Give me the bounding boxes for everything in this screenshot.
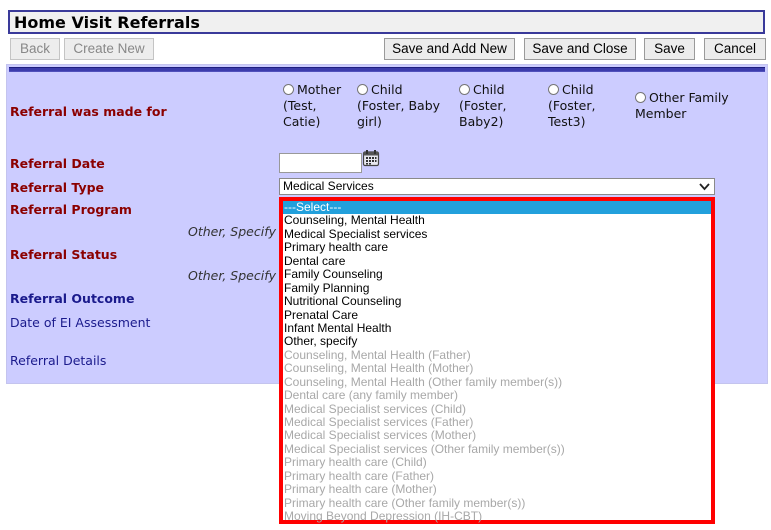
referral-date-input[interactable] — [279, 153, 362, 173]
dropdown-option: Primary health care (Father) — [284, 468, 435, 483]
save-and-add-new-button[interactable]: Save and Add New — [384, 38, 515, 60]
radio-option-child-baby2[interactable]: Child (Foster, Baby2) — [459, 82, 507, 130]
dropdown-option[interactable]: Counseling, Mental Health — [283, 213, 711, 227]
referral-status-label: Referral Status — [10, 247, 118, 262]
radio-button[interactable] — [635, 92, 646, 103]
dropdown-option: Counseling, Mental Health (Other family … — [284, 374, 563, 389]
dropdown-option: Primary health care (Mother) — [284, 482, 437, 497]
dropdown-option[interactable]: Other, specify — [283, 334, 711, 348]
radio-button[interactable] — [548, 84, 559, 95]
referral-type-label: Referral Type — [10, 180, 105, 195]
save-button[interactable]: Save — [644, 38, 695, 60]
dropdown-option[interactable]: ---Select--- — [283, 200, 711, 215]
dropdown-option: Medical Specialist services (Father) — [284, 415, 474, 429]
date-of-ei-assessment-label: Date of EI Assessment — [10, 315, 151, 330]
dropdown-option[interactable]: Family Planning — [283, 281, 711, 295]
radio-button[interactable] — [283, 84, 294, 95]
referral-details-label: Referral Details — [10, 353, 107, 368]
dropdown-option[interactable]: Dental care — [283, 254, 711, 268]
referral-status-other-specify-label: Other, Specify — [188, 268, 276, 283]
dropdown-option: Medical Specialist services (Child) — [284, 401, 467, 416]
dropdown-option[interactable]: Primary health care — [283, 240, 711, 254]
dropdown-option: Primary health care (Other family member… — [284, 495, 526, 510]
chevron-down-icon — [699, 183, 710, 191]
radio-option-mother[interactable]: Mother (Test, Catie) — [283, 82, 341, 130]
radio-option-other-family-member[interactable]: Other Family Member — [635, 90, 729, 122]
referral-type-value: Medical Services — [283, 179, 374, 193]
radio-button[interactable] — [357, 84, 368, 95]
back-button[interactable]: Back — [10, 38, 60, 60]
dropdown-option[interactable]: Nutritional Counseling — [283, 294, 711, 308]
calendar-icon[interactable] — [362, 149, 380, 167]
dropdown-option[interactable]: Family Counseling — [283, 267, 711, 281]
referral-program-other-specify-label: Other, Specify — [188, 224, 276, 239]
dropdown-option: Counseling, Mental Health (Father) — [284, 347, 471, 362]
cancel-button[interactable]: Cancel — [704, 38, 766, 60]
dropdown-option: Counseling, Mental Health (Mother) — [284, 361, 474, 376]
save-and-close-button[interactable]: Save and Close — [524, 38, 636, 60]
dropdown-option: Moving Beyond Depression (IH-CBT) — [284, 509, 483, 524]
dropdown-option[interactable]: Infant Mental Health — [283, 321, 711, 335]
create-new-button[interactable]: Create New — [64, 38, 154, 60]
radio-button[interactable] — [459, 84, 470, 95]
referral-type-select[interactable]: Medical Services — [279, 178, 715, 195]
referral-outcome-label: Referral Outcome — [10, 291, 135, 306]
section-divider — [9, 67, 765, 72]
referral-program-dropdown-list[interactable]: ---Select--- Counseling, Mental Health Med… — [279, 197, 715, 524]
dropdown-option[interactable]: Prenatal Care — [283, 308, 711, 322]
dropdown-option: Primary health care (Child) — [284, 455, 427, 470]
dropdown-option: Dental care (any family member) — [284, 388, 459, 403]
referral-program-label: Referral Program — [10, 202, 132, 217]
radio-option-child-test3[interactable]: Child (Foster, Test3) — [548, 82, 596, 130]
page-title: Home Visit Referrals — [8, 10, 765, 34]
referral-made-for-label: Referral was made for — [10, 104, 167, 119]
referral-date-label: Referral Date — [10, 156, 105, 171]
dropdown-option: Medical Specialist services (Other famil… — [284, 441, 565, 456]
dropdown-option[interactable]: Medical Specialist services — [283, 227, 711, 241]
dropdown-option: Medical Specialist services (Mother) — [284, 428, 477, 443]
radio-option-child-baby-girl[interactable]: Child (Foster, Baby girl) — [357, 82, 440, 130]
